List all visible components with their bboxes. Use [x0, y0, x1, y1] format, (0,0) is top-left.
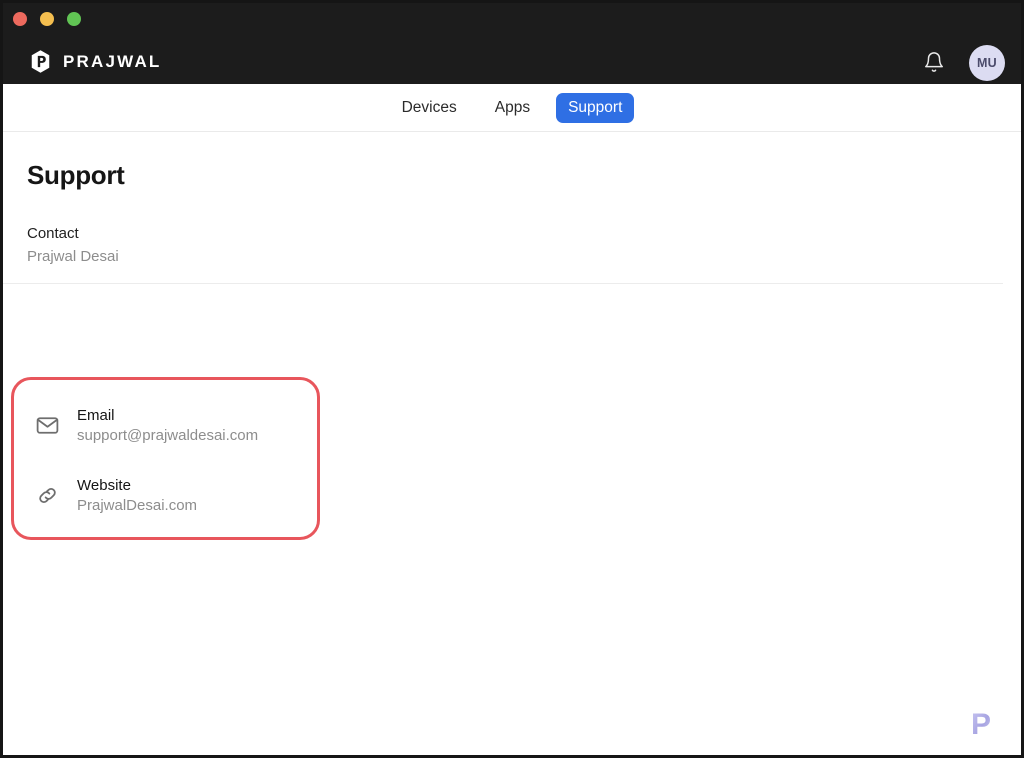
- contact-label: Contact: [27, 225, 79, 242]
- header-actions: MU: [921, 45, 1005, 81]
- app-window: PRAJWAL MU Devices Apps Support Support: [0, 0, 1024, 758]
- content-area: Devices Apps Support Support Contact Pra…: [3, 84, 1021, 755]
- bell-icon: [923, 51, 945, 76]
- window-traffic-lights: [13, 12, 81, 26]
- email-value: support@prajwaldesai.com: [77, 426, 259, 444]
- list-item-website[interactable]: Website PrajwalDesai.com: [33, 460, 313, 530]
- svg-text:P: P: [971, 708, 991, 741]
- contact-field: Contact Prajwal Desai: [27, 225, 997, 265]
- page-title: Support: [27, 160, 125, 190]
- maximize-window-button[interactable]: [67, 12, 81, 26]
- link-icon: [33, 481, 61, 509]
- brand-logo[interactable]: PRAJWAL: [28, 49, 162, 74]
- watermark-logo-icon: P: [967, 705, 1003, 741]
- title-bar: PRAJWAL MU: [3, 3, 1021, 84]
- tab-devices[interactable]: Devices: [390, 93, 469, 123]
- support-contact-list: Email support@prajwaldesai.com Website P…: [33, 390, 313, 530]
- notifications-button[interactable]: [921, 50, 947, 76]
- close-window-button[interactable]: [13, 12, 27, 26]
- minimize-window-button[interactable]: [40, 12, 54, 26]
- tab-support[interactable]: Support: [556, 92, 635, 123]
- brand-name: PRAJWAL: [63, 51, 162, 71]
- hexagon-p-logo-icon: [28, 49, 53, 74]
- main-navigation: Devices Apps Support: [3, 84, 1021, 132]
- list-item-email[interactable]: Email support@prajwaldesai.com: [33, 390, 313, 460]
- website-label: Website: [77, 476, 131, 494]
- contact-value: Prajwal Desai: [27, 248, 119, 265]
- support-page: Support Contact Prajwal Desai: [3, 132, 1021, 284]
- email-label: Email: [77, 406, 115, 424]
- avatar[interactable]: MU: [969, 45, 1005, 81]
- tab-apps[interactable]: Apps: [483, 93, 542, 123]
- website-value: PrajwalDesai.com: [77, 496, 198, 514]
- section-divider: [3, 283, 1003, 284]
- mail-icon: [33, 411, 61, 439]
